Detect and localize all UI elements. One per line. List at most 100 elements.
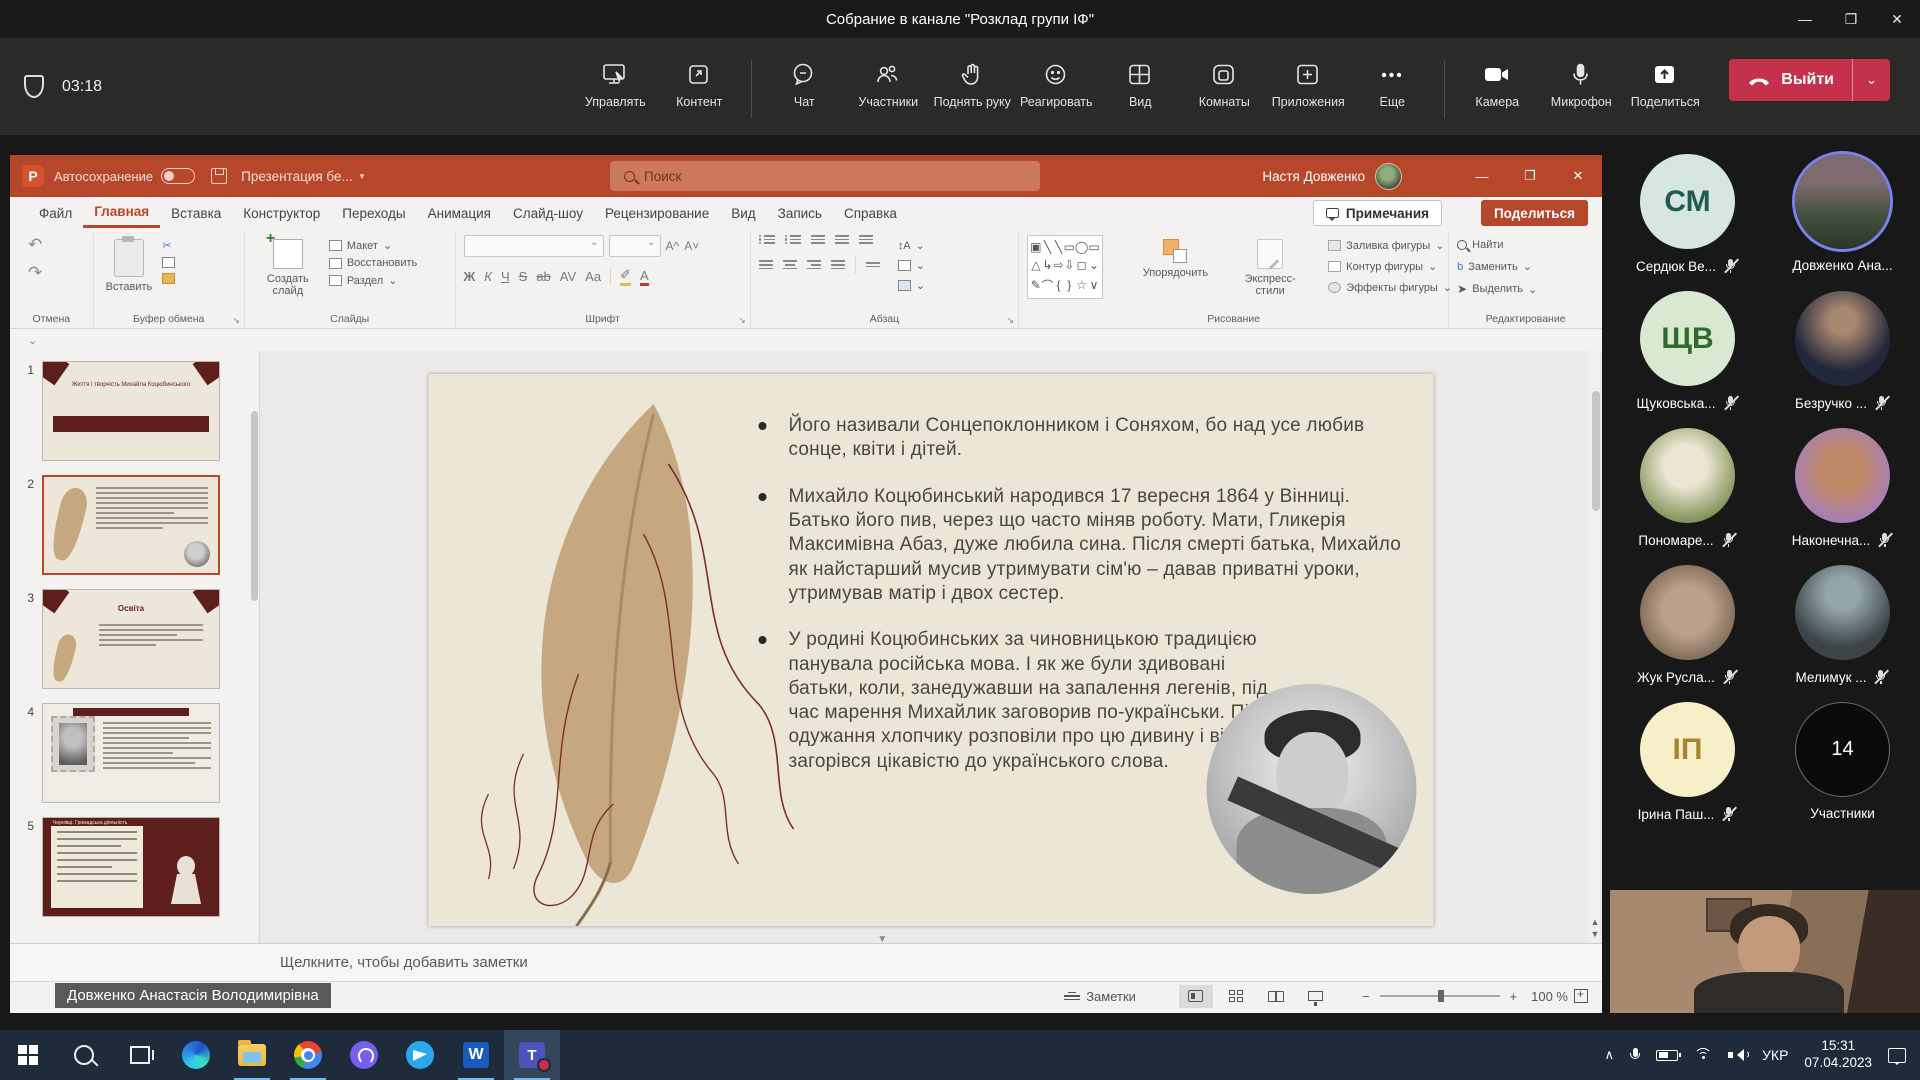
clock[interactable]: 15:31 07.04.2023 [1804, 1038, 1872, 1072]
chevron-down-icon[interactable]: ⌄ [28, 334, 37, 347]
minimize-button[interactable]: — [1782, 0, 1828, 38]
shrink-font-button[interactable]: A˅ [684, 239, 699, 253]
ppt-restore-button[interactable]: ❐ [1506, 155, 1554, 197]
zoom-handle[interactable] [1438, 990, 1444, 1002]
bullets-button[interactable] [759, 235, 775, 244]
edge-button[interactable] [168, 1030, 224, 1080]
shape-outline-button[interactable]: Контур фигуры ⌄ [1328, 260, 1452, 273]
reading-view-button[interactable] [1259, 985, 1293, 1008]
replace-button[interactable]: bЗаменить ⌄ [1457, 260, 1594, 273]
react-button[interactable]: Реагировать [1014, 56, 1098, 109]
tab-insert[interactable]: Вставка [160, 200, 232, 227]
task-view-button[interactable] [112, 1030, 168, 1080]
action-center-icon[interactable] [1888, 1048, 1906, 1063]
zoom-slider[interactable]: − + [1362, 989, 1517, 1004]
tab-slideshow[interactable]: Слайд-шоу [502, 200, 594, 227]
redo-icon[interactable]: ↷ [28, 263, 85, 283]
bold-button[interactable]: Ж [464, 269, 476, 284]
zoom-level[interactable]: 100 % [1531, 989, 1568, 1004]
slide-thumbnail-2-selected[interactable] [42, 475, 220, 575]
normal-view-button[interactable] [1179, 985, 1213, 1008]
shapes-gallery[interactable]: ▣╲╲▭◯▭ △↳⇨⇩◻⌄ ✎⌒{}☆∨ [1027, 235, 1103, 299]
more-button[interactable]: Еще [1350, 56, 1434, 109]
slide-canvas[interactable]: Його називали Сонцепоклонником і Соняхом… [429, 374, 1434, 926]
participant-tile[interactable]: СМ Сердюк Ве... [1610, 154, 1765, 291]
decrease-indent-button[interactable] [811, 235, 825, 244]
notes-toggle[interactable]: Заметки [1064, 989, 1136, 1004]
slide-nav-chevrons[interactable]: ▲▼ [1589, 917, 1601, 939]
section-button[interactable]: Раздел ⌄ [329, 274, 417, 287]
layout-button[interactable]: Макет ⌄ [329, 239, 417, 252]
participant-tile[interactable]: Безручко ... [1765, 291, 1920, 428]
participant-tile[interactable]: ЩВ Щуковська... [1610, 291, 1765, 428]
participant-tile[interactable]: Довженко Ана... [1765, 154, 1920, 291]
undo-icon[interactable]: ↶ [28, 235, 85, 255]
reset-button[interactable]: Восстановить [329, 257, 417, 269]
content-button[interactable]: Контент [657, 56, 741, 109]
highlight-button[interactable]: ✐ [620, 267, 631, 286]
chat-button[interactable]: Чат [762, 56, 846, 109]
volume-icon[interactable] [1728, 1048, 1746, 1062]
dialog-launcher-icon[interactable]: ↘ [738, 315, 746, 326]
control-button[interactable]: Управлять [573, 56, 657, 109]
grow-font-button[interactable]: A^ [666, 239, 680, 253]
find-button[interactable]: Найти [1457, 239, 1594, 251]
zoom-in-icon[interactable]: + [1510, 989, 1518, 1004]
chrome-button[interactable] [280, 1030, 336, 1080]
maximize-button[interactable]: ❐ [1828, 0, 1874, 38]
ppt-minimize-button[interactable]: — [1458, 155, 1506, 197]
search-box[interactable]: Поиск [610, 161, 1040, 191]
strikethrough-button[interactable]: S [519, 269, 528, 284]
participant-tile[interactable]: Жук Русла... [1610, 565, 1765, 702]
view-button[interactable]: Вид [1098, 56, 1182, 109]
leave-button[interactable]: Выйти [1729, 59, 1852, 101]
microphone-button[interactable]: Микрофон [1539, 56, 1623, 109]
quick-styles-button[interactable]: Экспресс-стили [1234, 235, 1306, 301]
close-button[interactable]: ✕ [1874, 0, 1920, 38]
tab-record[interactable]: Запись [767, 200, 833, 227]
raise-hand-button[interactable]: Поднять руку [930, 56, 1014, 109]
tab-animations[interactable]: Анимация [417, 200, 502, 227]
char-spacing-button[interactable]: AV [560, 269, 576, 284]
tab-file[interactable]: Файл [28, 200, 83, 227]
word-button[interactable]: W [448, 1030, 504, 1080]
line-spacing-button[interactable] [859, 235, 873, 244]
cut-button[interactable]: ✂ [162, 239, 175, 252]
participants-count-tile[interactable]: 14 Участники [1765, 702, 1920, 839]
align-left-button[interactable] [759, 260, 773, 269]
tab-review[interactable]: Рецензирование [594, 200, 720, 227]
align-right-button[interactable] [807, 260, 821, 269]
shape-fill-button[interactable]: Заливка фигуры ⌄ [1328, 239, 1452, 252]
tab-view[interactable]: Вид [720, 200, 766, 227]
format-painter-button[interactable] [162, 273, 175, 284]
viber-button[interactable] [336, 1030, 392, 1080]
italic-button[interactable]: К [484, 269, 492, 284]
ppt-close-button[interactable]: ✕ [1554, 155, 1602, 197]
participant-tile[interactable]: Пономаре... [1610, 428, 1765, 565]
tab-help[interactable]: Справка [833, 200, 908, 227]
autosave-control[interactable]: Автосохранение [54, 168, 195, 184]
tab-transitions[interactable]: Переходы [331, 200, 416, 227]
smartart-button[interactable]: ⌄ [898, 279, 925, 292]
paste-button[interactable]: Вставить [102, 235, 157, 307]
tab-home[interactable]: Главная [83, 198, 160, 228]
leave-options-caret[interactable]: ⌄ [1852, 59, 1890, 101]
tray-mic-icon[interactable] [1630, 1048, 1640, 1062]
thumbnails-scrollbar[interactable] [251, 411, 258, 601]
dialog-launcher-icon[interactable]: ↘ [232, 315, 240, 326]
taskbar-search-button[interactable] [56, 1030, 112, 1080]
document-title[interactable]: Презентация бе... ▾ [241, 169, 364, 184]
autosave-toggle[interactable] [161, 168, 195, 184]
language-indicator[interactable]: УКР [1762, 1047, 1788, 1063]
camera-button[interactable]: Камера [1455, 56, 1539, 109]
justify-button[interactable] [831, 260, 845, 269]
numbering-button[interactable] [785, 235, 801, 244]
comments-button[interactable]: Примечания [1313, 200, 1442, 226]
slide-thumbnail-1[interactable]: Життя і творчість Михайла Коцюбинського [42, 361, 220, 461]
notes-pane[interactable]: Щелкните, чтобы добавить заметки [10, 943, 1602, 981]
align-text-button[interactable]: ⌄ [898, 259, 925, 272]
font-color-button[interactable]: A [640, 268, 649, 286]
slideshow-button[interactable] [1299, 985, 1333, 1008]
increase-indent-button[interactable] [835, 235, 849, 244]
start-button[interactable] [0, 1030, 56, 1080]
